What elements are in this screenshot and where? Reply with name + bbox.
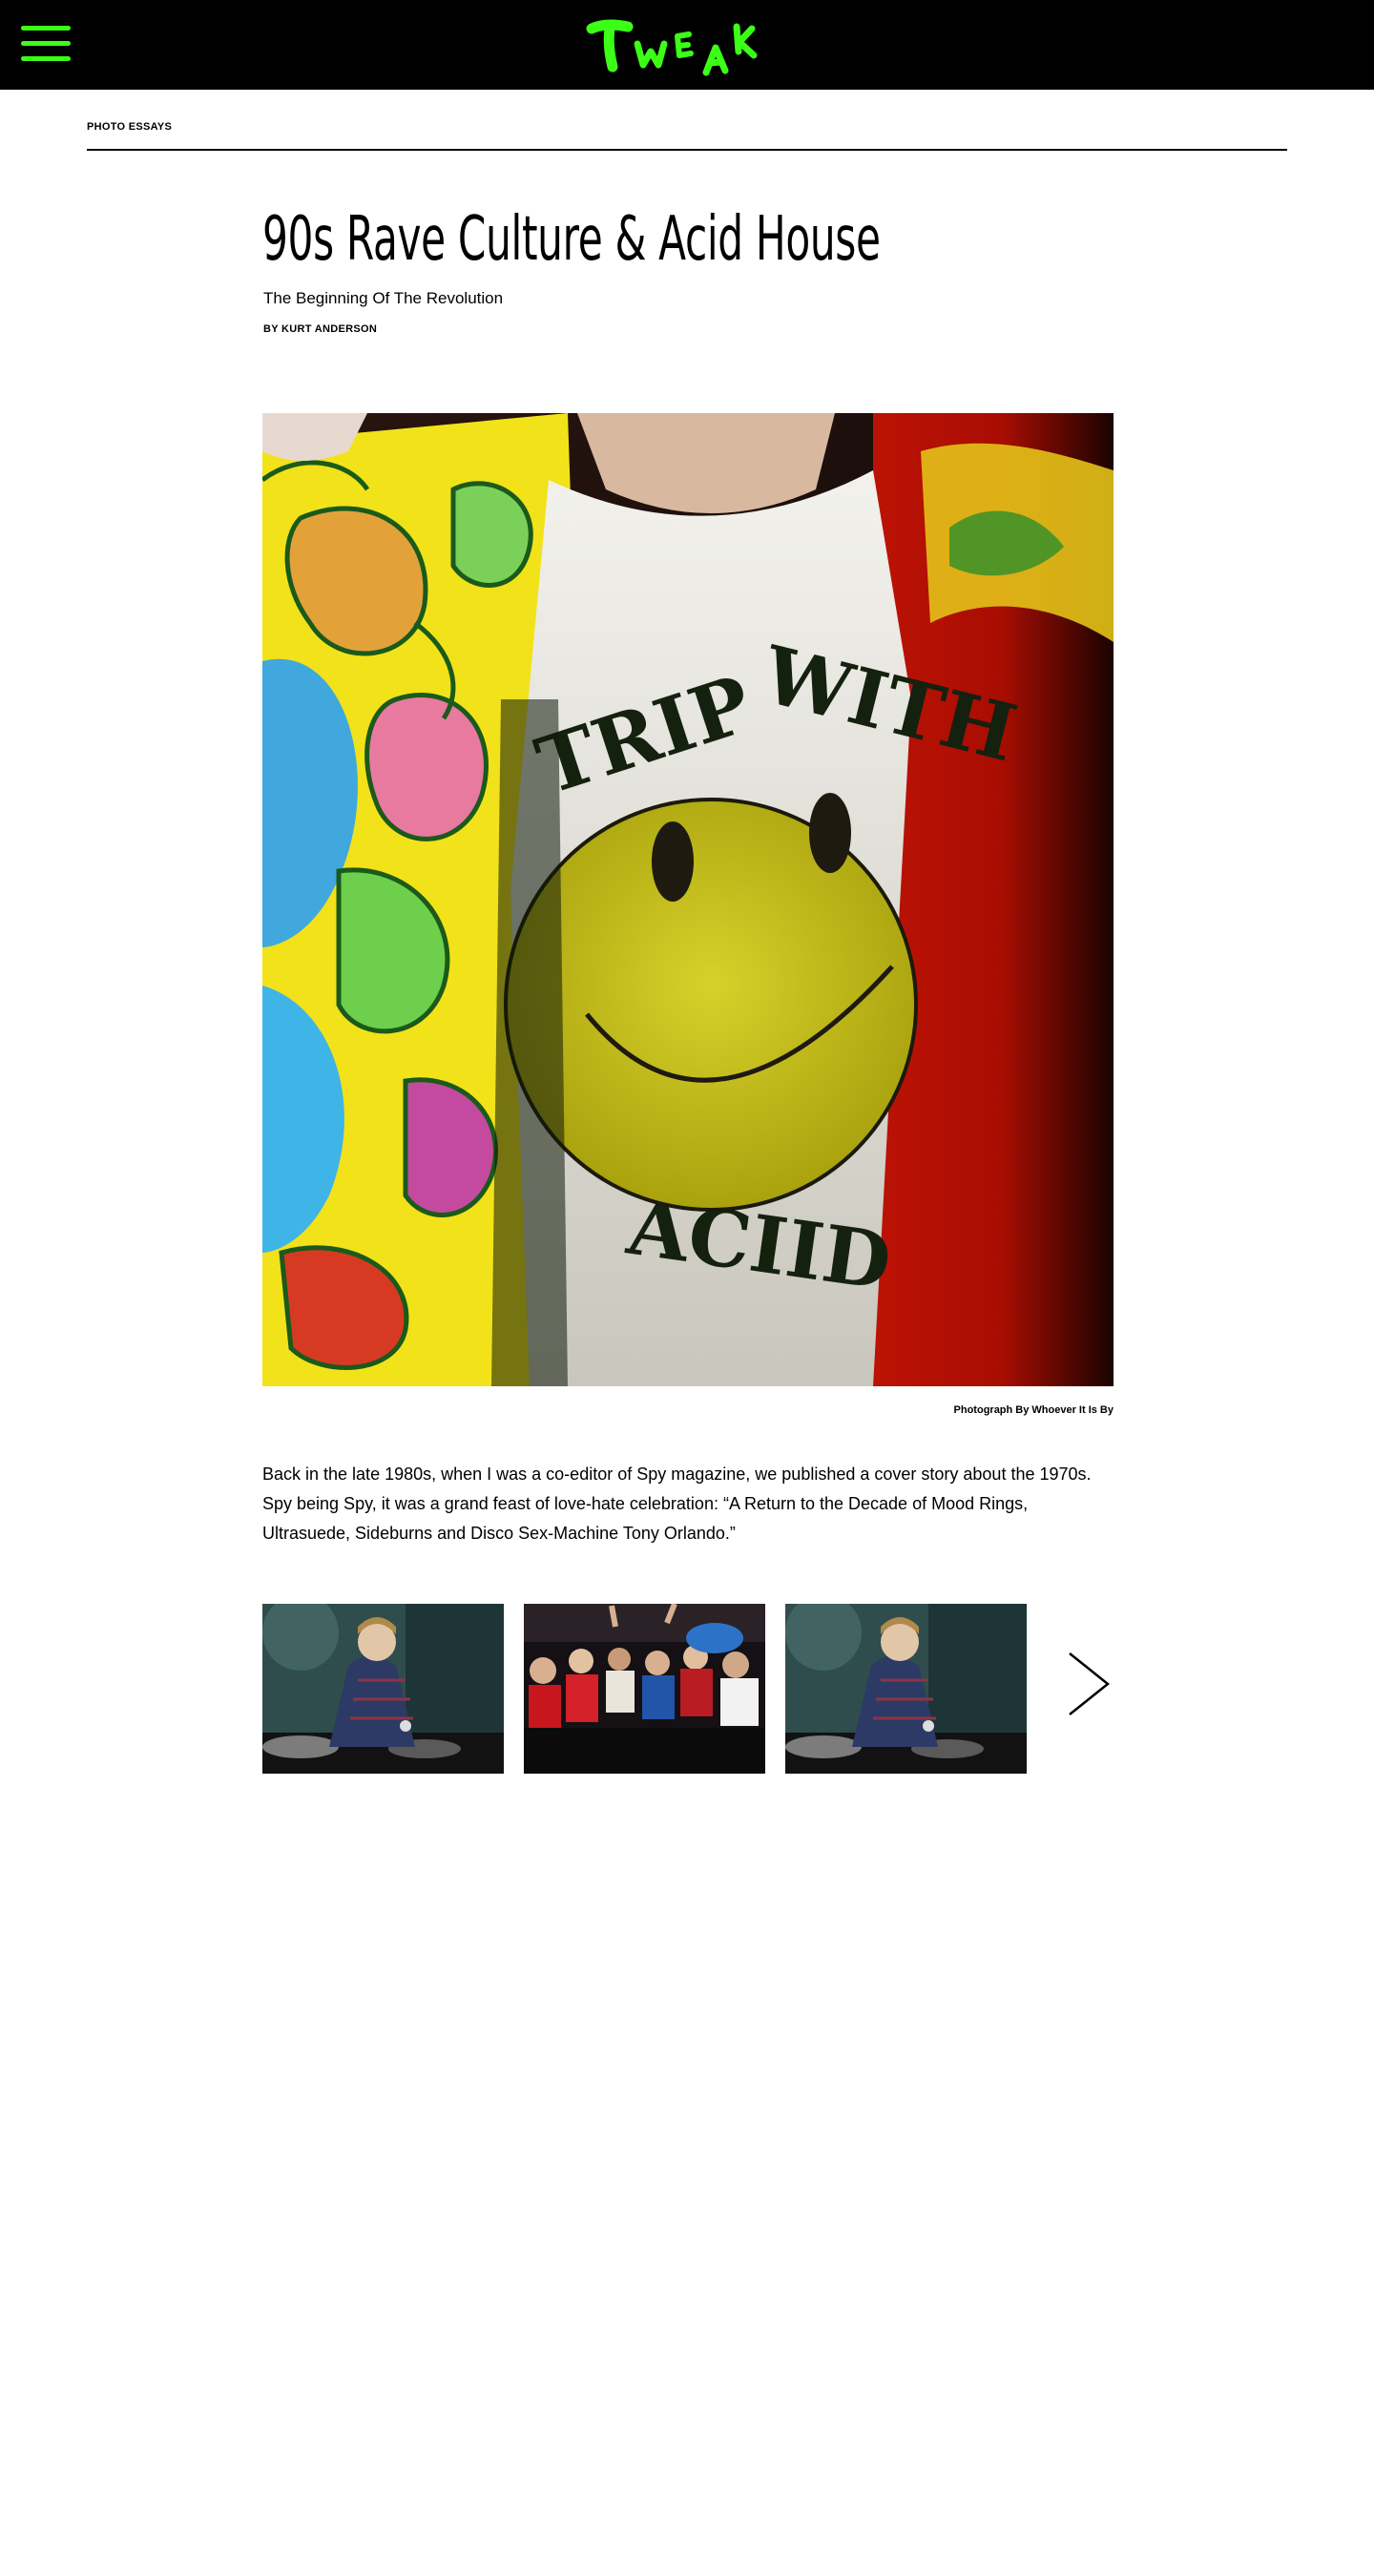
article-byline[interactable]: BY KURT ANDERSON: [263, 323, 377, 335]
gallery-thumb-dj[interactable]: [262, 1604, 504, 1774]
section-divider: [87, 149, 1287, 151]
hero-caption: Photograph By Whoever It Is By: [953, 1404, 1114, 1416]
hamburger-menu-icon[interactable]: [21, 26, 71, 62]
gallery-thumb-crowd[interactable]: [524, 1604, 765, 1774]
tweak-logo-icon: [586, 19, 758, 76]
gallery-thumb-dj[interactable]: [785, 1604, 1027, 1774]
menu-line: [21, 41, 71, 46]
site-header: [0, 0, 1374, 90]
article-title: 90s Rave Culture & Acid House: [262, 204, 881, 275]
site-logo[interactable]: [584, 11, 775, 80]
menu-line: [21, 26, 71, 31]
article-subtitle: The Beginning Of The Revolution: [263, 289, 504, 307]
hero-image: TRIP WITH ACIID: [262, 413, 1114, 1386]
article-body: Back in the late 1980s, when I was a co-…: [262, 1465, 1092, 1543]
photo-gallery: [262, 1604, 1114, 1774]
chevron-right-icon[interactable]: [1066, 1650, 1114, 1718]
menu-line: [21, 56, 71, 61]
section-label[interactable]: PHOTO ESSAYS: [87, 121, 172, 133]
